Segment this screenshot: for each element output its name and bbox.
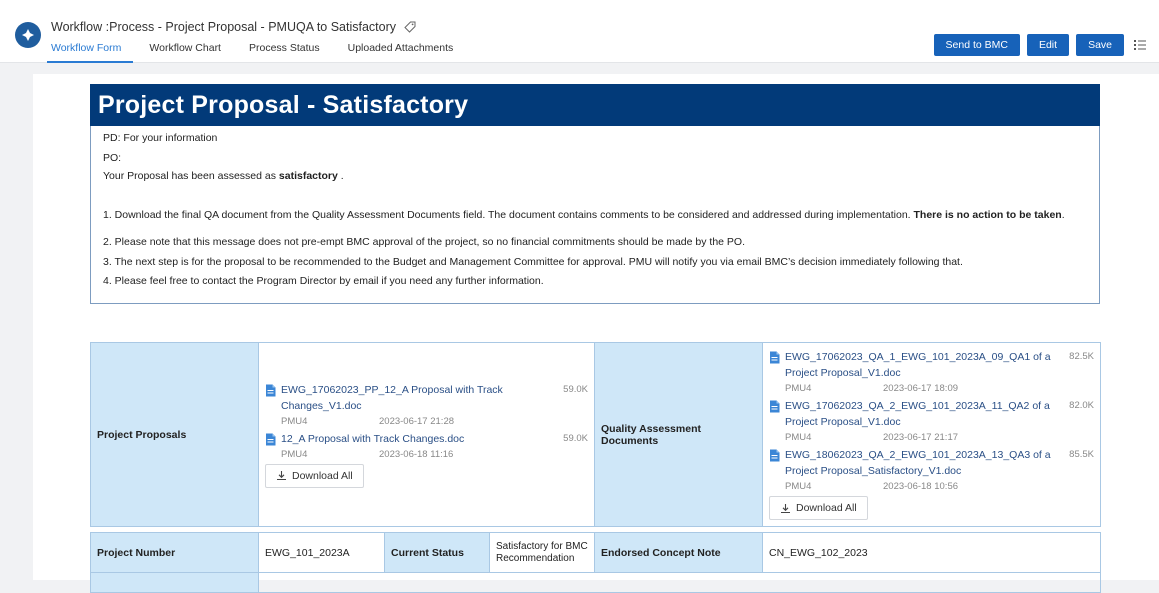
table-row-project-info: Project Number EWG_101_2023A Current Sta… [90,532,1101,573]
file-item: EWG_17062023_QA_2_EWG_101_2023A_11_QA2 o… [769,398,1094,430]
project-number-value: EWG_101_2023A [258,532,385,573]
project-proposals-label: Project Proposals [90,342,259,527]
download-all-qa-button[interactable]: Download All [769,496,868,520]
file-size: 82.5K [1069,351,1094,362]
table-row-next [90,572,1101,593]
edit-button[interactable]: Edit [1026,34,1070,56]
send-to-bmc-button[interactable]: Send to BMC [933,34,1020,56]
download-icon [781,503,790,513]
file-item: 12_A Proposal with Track Changes.doc 59.… [265,431,588,447]
message-item-2: 2. Please note that this message does no… [103,236,746,248]
download-all-proposals-button[interactable]: Download All [265,463,364,488]
quality-assessment-label: Quality Assessment Documents [594,342,763,527]
table-row-documents: Project Proposals EWG_17062023_PP_12_A P… [90,342,1101,527]
file-meta: PMU4 2023-06-17 21:17 [785,432,959,443]
header-actions: Send to BMC Edit Save [933,34,1124,56]
file-meta: PMU4 2023-06-17 18:09 [785,383,959,394]
file-size: 59.0K [563,432,588,444]
file-size: 82.0K [1069,400,1094,411]
workflow-title-row: Workflow :Process - Project Proposal - P… [51,20,416,34]
document-icon [266,384,276,396]
project-number-label: Project Number [90,532,259,573]
workflow-form-card: Project Proposal - Satisfactory PD: For … [33,74,1159,593]
file-meta: PMU4 2023-06-18 10:56 [785,481,959,492]
message-assessed: Your Proposal has been assessed as satis… [103,170,344,182]
file-link[interactable]: EWG_17062023_QA_2_EWG_101_2023A_11_QA2 o… [785,398,1056,430]
workflow-tabs: Workflow Form Workflow Chart Process Sta… [47,36,477,63]
workflow-title: Workflow :Process - Project Proposal - P… [51,20,397,34]
document-icon [770,400,780,413]
message-item-4: 4. Please feel free to contact the Progr… [103,275,544,287]
attachments-table: Project Proposals EWG_17062023_PP_12_A P… [90,342,1101,593]
current-status-label: Current Status [384,532,490,573]
document-icon [770,351,780,364]
file-link[interactable]: EWG_17062023_PP_12_A Proposal with Track… [281,382,550,414]
current-status-value: Satisfactory for BMC Recommendation [489,532,595,573]
file-meta: PMU4 2023-06-17 21:28 [281,415,455,427]
top-header: Workflow :Process - Project Proposal - P… [0,0,1159,63]
download-icon [277,471,286,481]
message-box: PD: For your information PO: Your Propos… [90,126,1100,304]
tab-workflow-chart[interactable]: Workflow Chart [145,36,233,63]
message-pd: PD: For your information [103,132,218,144]
file-link[interactable]: 12_A Proposal with Track Changes.doc [281,431,464,447]
file-size: 59.0K [563,383,588,395]
app-logo-icon[interactable] [15,22,41,48]
file-link[interactable]: EWG_17062023_QA_1_EWG_101_2023A_09_QA1 o… [785,349,1056,381]
project-proposals-files: EWG_17062023_PP_12_A Proposal with Track… [258,342,595,527]
file-item: EWG_17062023_QA_1_EWG_101_2023A_09_QA1 o… [769,349,1094,381]
file-item: EWG_18062023_QA_2_EWG_101_2023A_13_QA3 o… [769,447,1094,479]
form-banner-title: Project Proposal - Satisfactory [90,84,1100,126]
endorsed-concept-note-label: Endorsed Concept Note [594,532,763,573]
tag-icon[interactable] [404,21,416,33]
list-menu-icon[interactable] [1133,38,1147,52]
tab-uploaded-attachments[interactable]: Uploaded Attachments [344,36,466,63]
tab-workflow-form[interactable]: Workflow Form [47,36,134,63]
file-item: EWG_17062023_PP_12_A Proposal with Track… [265,382,588,414]
message-item-3: 3. The next step is for the proposal to … [103,256,963,268]
save-button[interactable]: Save [1076,34,1124,56]
message-item-1: 1. Download the final QA document from t… [103,209,1065,221]
file-meta: PMU4 2023-06-18 11:16 [281,448,454,460]
file-link[interactable]: EWG_18062023_QA_2_EWG_101_2023A_13_QA3 o… [785,447,1056,479]
document-icon [770,449,780,462]
message-po: PO: [103,152,122,164]
file-size: 85.5K [1069,449,1094,460]
endorsed-concept-note-value: CN_EWG_102_2023 [762,532,1101,573]
quality-assessment-files: EWG_17062023_QA_1_EWG_101_2023A_09_QA1 o… [762,342,1101,527]
document-icon [266,433,276,445]
tab-process-status[interactable]: Process Status [245,36,332,63]
